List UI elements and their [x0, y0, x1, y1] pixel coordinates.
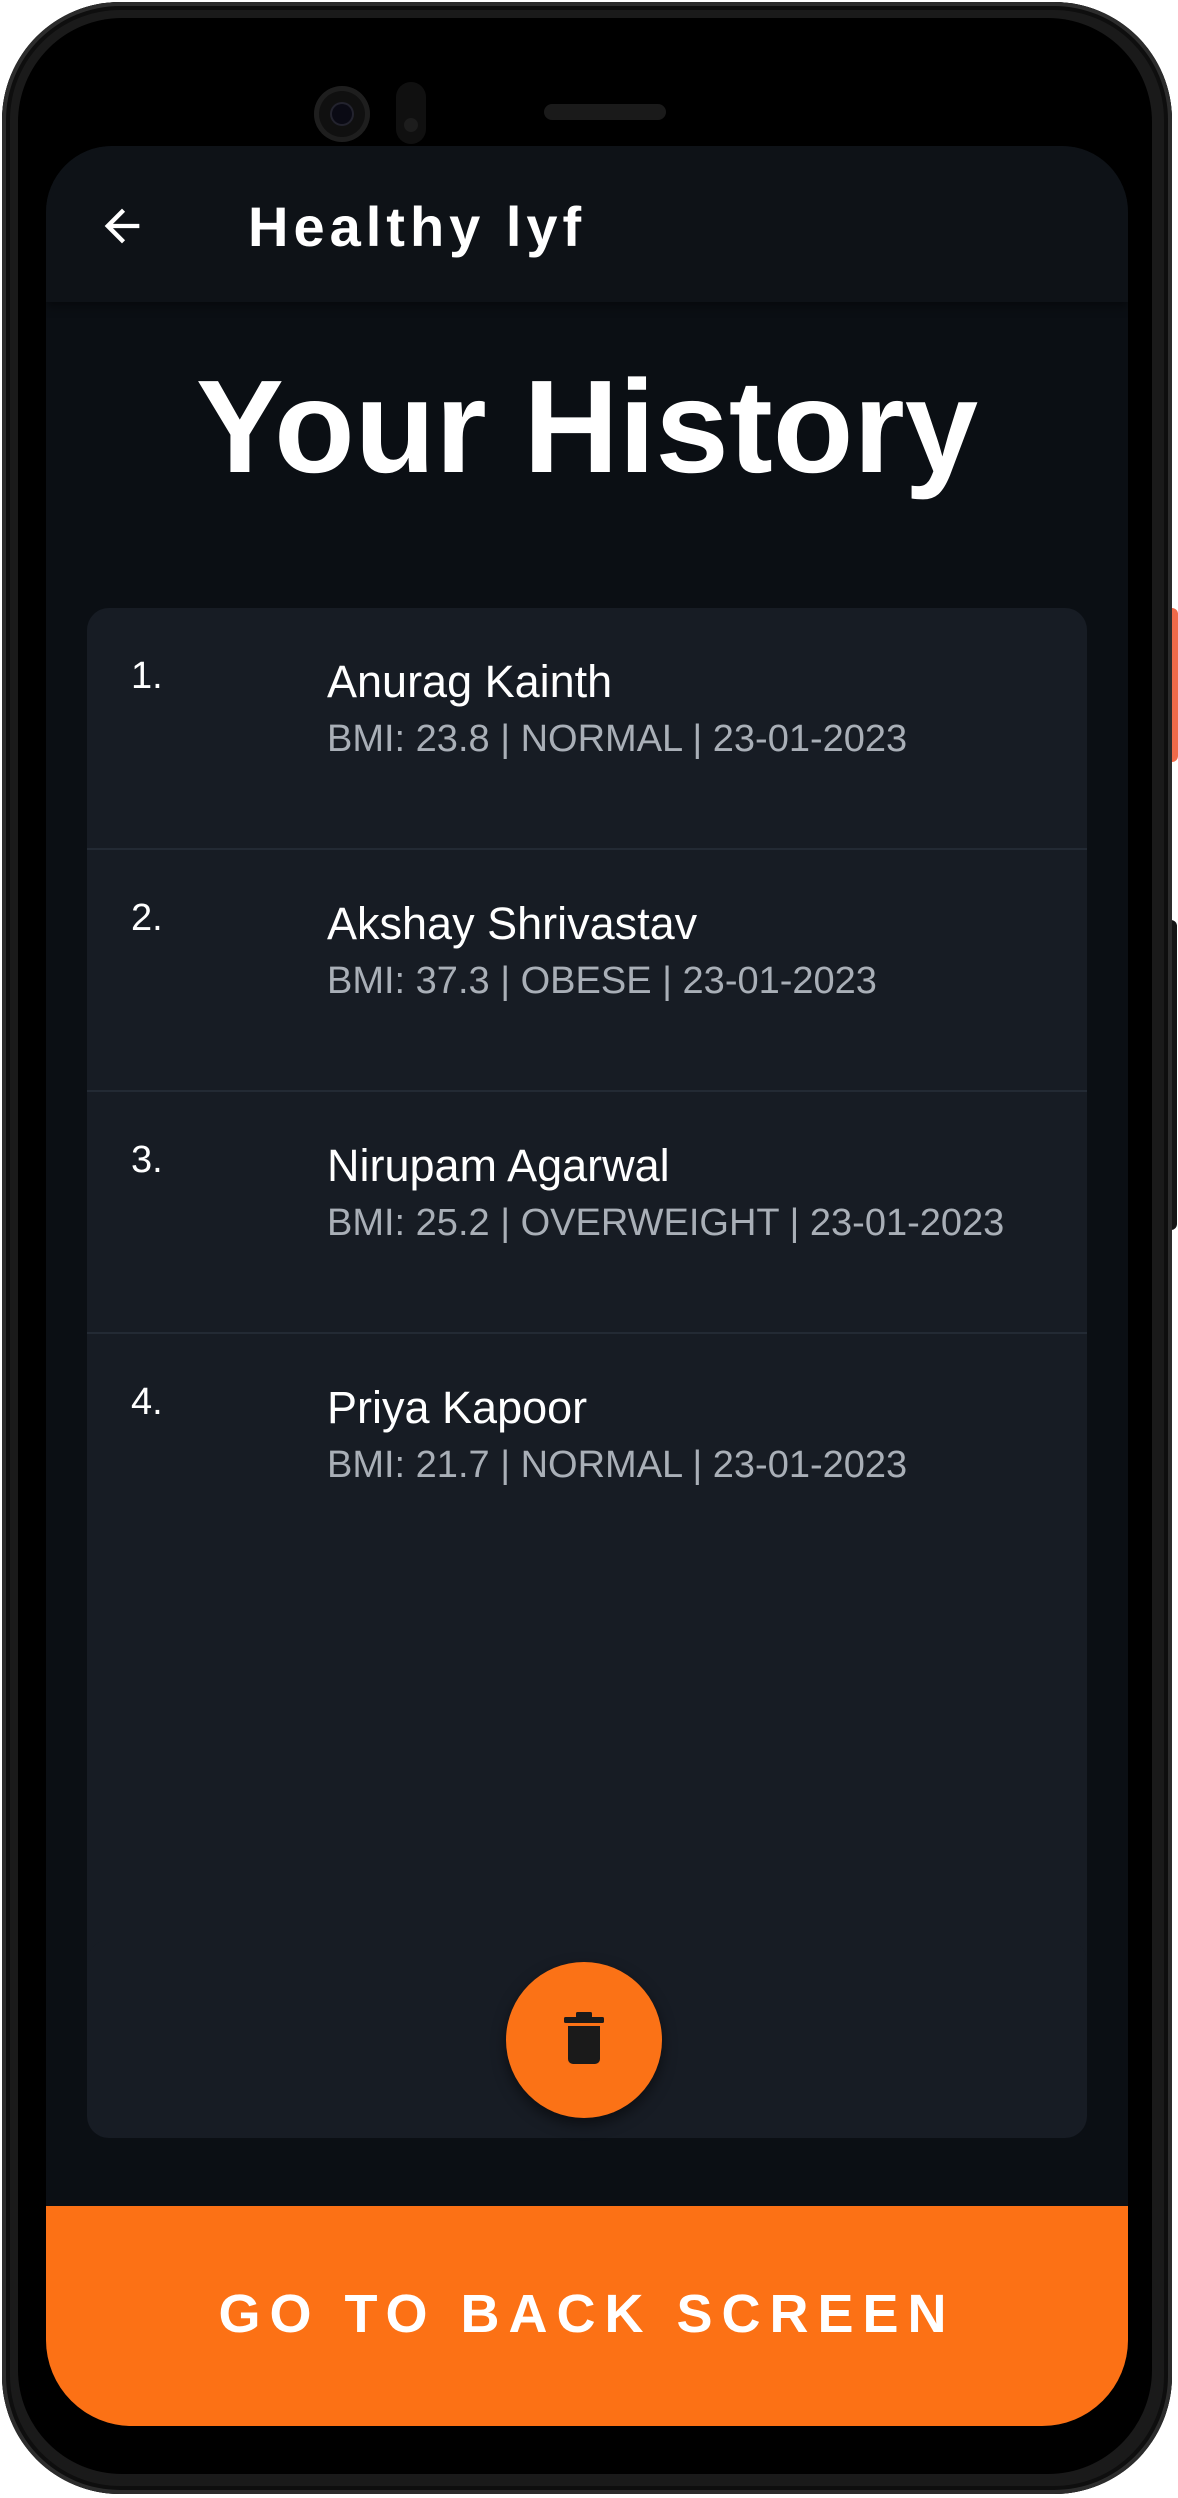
- history-item-detail: BMI: 23.8 | NORMAL | 23-01-2023: [327, 718, 908, 760]
- front-camera: [314, 86, 370, 142]
- history-item[interactable]: 4. Priya Kapoor BMI: 21.7 | NORMAL | 23-…: [87, 1334, 1087, 1576]
- trash-icon: [562, 2011, 606, 2070]
- history-item[interactable]: 1. Anurag Kainth BMI: 23.8 | NORMAL | 23…: [87, 608, 1087, 850]
- go-to-back-screen-button[interactable]: GO TO BACK SCREEN: [46, 2206, 1128, 2426]
- history-item-index: 3.: [131, 1139, 163, 1181]
- app-screen: Healthy lyf Your History 1. Anurag Kaint…: [46, 146, 1128, 2426]
- delete-history-button[interactable]: [506, 1962, 662, 2118]
- page-title: Your History: [195, 353, 979, 500]
- history-item-index: 2.: [131, 897, 163, 939]
- history-item-detail: BMI: 37.3 | OBESE | 23-01-2023: [327, 960, 877, 1002]
- arrow-left-icon: [96, 200, 148, 257]
- phone-device: Healthy lyf Your History 1. Anurag Kaint…: [0, 0, 1178, 2498]
- history-item-index: 1.: [131, 655, 163, 697]
- history-item-name: Akshay Shrivastav: [327, 898, 698, 949]
- earpiece-speaker: [544, 104, 666, 120]
- history-item-name: Nirupam Agarwal: [327, 1140, 670, 1191]
- app-title: Healthy lyf: [248, 195, 587, 258]
- history-item-name: Priya Kapoor: [327, 1382, 588, 1433]
- app-bar: Healthy lyf: [46, 146, 1128, 302]
- proximity-sensor: [396, 82, 426, 144]
- history-item-detail: BMI: 21.7 | NORMAL | 23-01-2023: [327, 1444, 908, 1486]
- history-list: 1. Anurag Kainth BMI: 23.8 | NORMAL | 23…: [87, 608, 1087, 2004]
- action-card: [87, 1940, 1087, 2138]
- history-item[interactable]: 3. Nirupam Agarwal BMI: 25.2 | OVERWEIGH…: [87, 1092, 1087, 1334]
- go-to-back-screen-label: GO TO BACK SCREEN: [218, 2284, 956, 2344]
- history-item[interactable]: 2. Akshay Shrivastav BMI: 37.3 | OBESE |…: [87, 850, 1087, 1092]
- history-item-index: 4.: [131, 1381, 163, 1423]
- history-item-detail: BMI: 25.2 | OVERWEIGHT | 23-01-2023: [327, 1202, 1005, 1244]
- history-item-name: Anurag Kainth: [327, 656, 613, 707]
- back-button[interactable]: [86, 192, 158, 264]
